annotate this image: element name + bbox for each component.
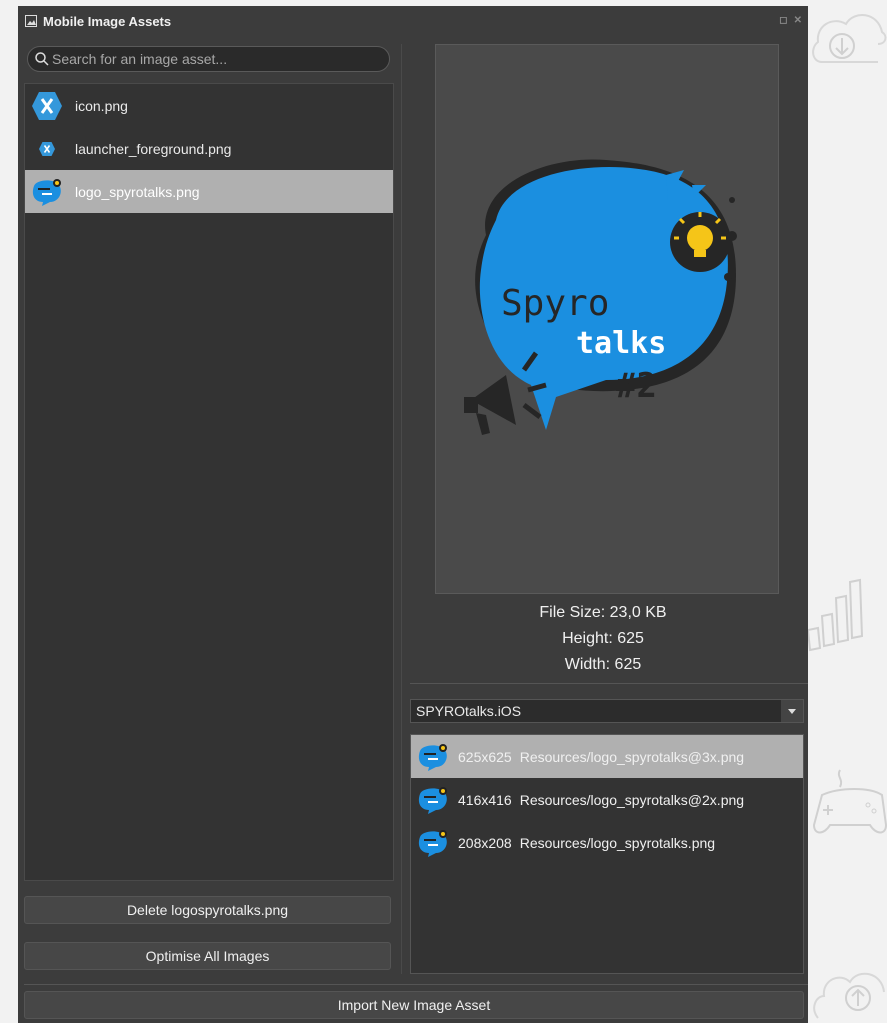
mobile-image-assets-panel: Mobile Image Assets ◻ ✕ icon.png <box>18 6 808 1023</box>
variant-item-3x[interactable]: 625x625 Resources/logo_spyrotalks@3x.png <box>411 735 803 778</box>
project-select[interactable]: SPYROtalks.iOS <box>410 699 804 723</box>
image-icon <box>25 15 37 27</box>
optimise-all-button[interactable]: Optimise All Images <box>24 942 391 970</box>
image-variants-list: 625x625 Resources/logo_spyrotalks@3x.png… <box>410 734 804 974</box>
close-icon[interactable]: ✕ <box>794 15 802 26</box>
cloud-upload-icon <box>813 972 885 1019</box>
height-label: Height: 625 <box>562 630 644 647</box>
variant-item-1x[interactable]: 208x208 Resources/logo_spyrotalks.png <box>411 821 803 864</box>
variant-path: Resources/logo_spyrotalks@3x.png <box>519 748 745 765</box>
window-title: Mobile Image Assets <box>43 13 172 29</box>
import-image-asset-button[interactable]: Import New Image Asset <box>24 991 804 1019</box>
logo-text-spyro: Spyro <box>501 283 609 324</box>
variant-size: 625x625 <box>458 748 512 765</box>
xamarin-icon <box>27 91 67 121</box>
variant-path: Resources/logo_spyrotalks@2x.png <box>519 791 745 808</box>
maximize-icon[interactable]: ◻ <box>779 15 787 26</box>
title-bar: Mobile Image Assets ◻ ✕ <box>18 6 808 36</box>
image-preview: Spyro talks #2 <box>435 44 779 594</box>
file-name: logo_spyrotalks.png <box>75 183 200 200</box>
spyrotalks-logo-icon <box>411 784 455 816</box>
separator <box>24 984 808 985</box>
search-icon <box>35 52 49 66</box>
xamarin-small-icon <box>27 141 67 157</box>
variant-path: Resources/logo_spyrotalks.png <box>519 834 716 851</box>
search-input[interactable] <box>52 51 372 67</box>
logo-text-talks: talks <box>576 326 666 361</box>
spyrotalks-logo-icon <box>27 176 67 208</box>
variant-size: 208x208 <box>458 834 512 851</box>
image-asset-list: icon.png launcher_foreground.png logo_sp… <box>24 83 394 881</box>
width-label: Width: 625 <box>564 656 642 673</box>
list-item-launcher-foreground-png[interactable]: launcher_foreground.png <box>25 127 393 170</box>
variant-item-2x[interactable]: 416x416 Resources/logo_spyrotalks@2x.png <box>411 778 803 821</box>
file-size-label: File Size: 23,0 KB <box>539 604 667 621</box>
list-item-icon-png[interactable]: icon.png <box>25 84 393 127</box>
list-item-logo-spyrotalks-png[interactable]: logo_spyrotalks.png <box>25 170 393 213</box>
spyrotalks-logo-icon <box>411 827 455 859</box>
search-box[interactable] <box>27 46 390 72</box>
cloud-download-icon <box>812 14 887 63</box>
file-name: launcher_foreground.png <box>75 140 232 157</box>
spyrotalks-logo-preview: Spyro talks #2 <box>464 159 737 435</box>
logo-text-number: #2 <box>616 366 657 406</box>
panel-divider <box>401 44 402 974</box>
delete-image-button[interactable]: Delete logospyrotalks.png <box>24 896 391 924</box>
bar-chart-icon <box>806 578 864 652</box>
variant-size: 416x416 <box>458 791 512 808</box>
spyrotalks-logo-icon <box>411 741 455 773</box>
project-select-value: SPYROtalks.iOS <box>416 703 522 719</box>
chevron-down-icon[interactable] <box>781 700 803 722</box>
separator <box>410 683 808 684</box>
gamepad-icon <box>812 769 887 834</box>
file-name: icon.png <box>75 97 128 114</box>
